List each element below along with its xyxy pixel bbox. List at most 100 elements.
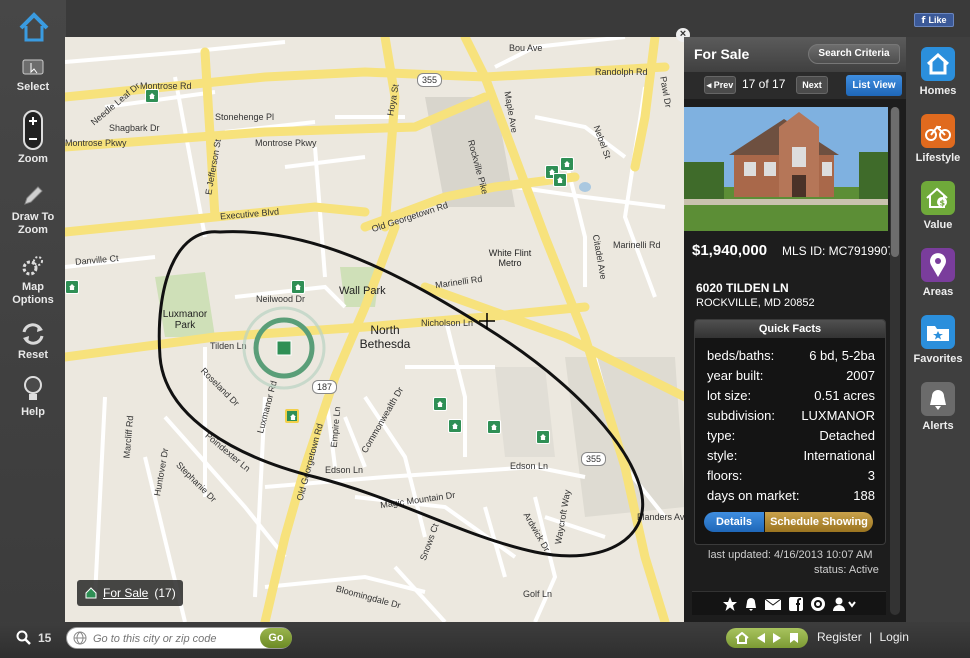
search-icon	[16, 630, 31, 645]
svg-text:$: $	[940, 199, 946, 208]
map-canvas[interactable]: 355 187 355 Montrose Rd Montrose Pkwy Mo…	[65, 37, 685, 622]
select-icon	[22, 59, 44, 75]
next-label: Next	[802, 80, 822, 90]
for-sale-layer-chip[interactable]: For Sale (17)	[77, 580, 183, 606]
category-label: Value	[923, 219, 953, 231]
category-label: Areas	[922, 286, 954, 298]
select-label: Select	[16, 81, 50, 93]
fact-row: lot size: 0.51 acres	[707, 388, 875, 403]
listing-counter: 17 of 17	[742, 77, 786, 91]
for-sale-count: (17)	[154, 586, 176, 600]
category-label: Alerts	[922, 420, 954, 432]
login-link[interactable]: Login	[880, 630, 909, 644]
details-button[interactable]: Details	[704, 512, 764, 532]
zoom-slider-icon	[23, 110, 43, 150]
category-lifestyle[interactable]: Lifestyle	[906, 114, 970, 164]
fact-value: Detached	[819, 428, 875, 443]
category-label: Lifestyle	[915, 152, 961, 164]
zoom-tool[interactable]: Zoom	[0, 110, 66, 166]
scrollbar-thumb[interactable]	[891, 107, 899, 257]
back-arrow-icon[interactable]	[756, 632, 766, 644]
address-street: 6020 TILDEN LN	[696, 281, 789, 295]
count-value: 15	[38, 631, 52, 645]
listing-panel: For Sale Search Criteria ◂ Prev 17 of 17…	[684, 37, 906, 622]
fact-row: subdivision: LUXMANOR	[707, 408, 875, 423]
mls-id: MLS ID: MC7919907	[782, 244, 895, 258]
category-areas[interactable]: Areas	[906, 248, 970, 298]
select-tool[interactable]: Select	[0, 58, 66, 94]
forward-arrow-icon[interactable]	[772, 632, 782, 644]
pager-row: ◂ Prev 17 of 17 Next List View	[684, 72, 906, 99]
help-tool[interactable]: Help	[0, 375, 66, 419]
category-alerts[interactable]: Alerts	[906, 382, 970, 432]
lightbulb-icon	[24, 376, 42, 400]
bell-icon[interactable]	[744, 596, 758, 612]
fact-value: LUXMANOR	[801, 408, 875, 423]
fact-value: 2007	[846, 368, 875, 383]
fact-row: type: Detached	[707, 428, 875, 443]
homes-icon	[921, 47, 955, 81]
fact-key: style:	[707, 448, 738, 463]
for-sale-link[interactable]: For Sale	[103, 586, 148, 600]
help-label: Help	[21, 406, 45, 418]
fact-key: type:	[707, 428, 736, 443]
draw-to-zoom-outline	[157, 230, 645, 558]
go-button[interactable]: Go	[260, 628, 292, 648]
star-icon[interactable]	[722, 596, 738, 612]
bookmark-icon[interactable]	[789, 632, 799, 644]
location-search-input[interactable]	[93, 631, 255, 647]
reset-tool[interactable]: Reset	[0, 322, 66, 362]
map-options-tool[interactable]: Map Options	[0, 254, 66, 307]
category-label: Favorites	[913, 353, 963, 365]
fact-row: year built: 2007	[707, 368, 875, 383]
fact-row: days on market: 188	[707, 488, 875, 503]
prev-label: Prev	[713, 80, 734, 90]
fact-value: 3	[867, 468, 875, 483]
draw-to-zoom-label: Draw To Zoom	[11, 211, 55, 236]
bell-icon	[921, 382, 955, 416]
house-icon	[85, 587, 97, 599]
register-link[interactable]: Register	[817, 630, 862, 644]
pencil-icon	[24, 186, 43, 205]
reset-label: Reset	[18, 349, 48, 361]
email-icon[interactable]	[764, 597, 782, 611]
home-logo-icon[interactable]	[18, 12, 50, 44]
zoom-label: Zoom	[18, 153, 48, 165]
facebook-icon[interactable]	[788, 596, 804, 612]
left-toolbar: Select Zoom Draw To Zoom Map Options Res…	[0, 0, 66, 622]
user-dropdown-icon[interactable]	[832, 596, 856, 612]
schedule-showing-button[interactable]: Schedule Showing	[765, 512, 873, 532]
fb-like-label: Like	[928, 15, 947, 25]
target-icon[interactable]	[810, 596, 826, 612]
map-pin-icon	[921, 248, 955, 282]
facebook-like-button[interactable]: f Like	[914, 13, 954, 27]
prev-button[interactable]: ◂ Prev	[704, 76, 736, 94]
fact-key: subdivision:	[707, 408, 775, 423]
panel-scrollbar[interactable]	[890, 107, 900, 615]
draw-to-zoom-tool[interactable]: Draw To Zoom	[0, 184, 66, 237]
listing-status: status: Active	[814, 564, 879, 576]
search-criteria-button[interactable]: Search Criteria	[808, 44, 900, 64]
quick-facts-title: Quick Facts	[695, 320, 885, 338]
category-bar: Homes Lifestyle $ Value Areas Favorites …	[906, 37, 970, 622]
category-value[interactable]: $ Value	[906, 181, 970, 231]
list-view-button[interactable]: List View	[846, 75, 902, 96]
fact-value: 188	[853, 488, 875, 503]
address-city: ROCKVILLE, MD 20852	[696, 297, 815, 309]
fact-key: year built:	[707, 368, 764, 383]
crosshair-cursor-icon	[479, 313, 495, 329]
category-favorites[interactable]: Favorites	[906, 315, 970, 365]
home-icon[interactable]	[735, 632, 749, 644]
listing-photo[interactable]	[684, 107, 888, 231]
fact-row: beds/baths: 6 bd, 5-2ba	[707, 348, 875, 363]
panel-header: For Sale Search Criteria	[684, 37, 906, 72]
share-actions	[692, 591, 886, 615]
gears-icon	[22, 256, 43, 276]
next-button[interactable]: Next	[796, 76, 828, 94]
category-homes[interactable]: Homes	[906, 47, 970, 97]
result-count: 15	[16, 630, 51, 646]
fact-row: floors: 3	[707, 468, 875, 483]
folder-star-icon	[921, 315, 955, 349]
fact-value: 6 bd, 5-2ba	[809, 348, 875, 363]
globe-icon	[73, 631, 87, 645]
